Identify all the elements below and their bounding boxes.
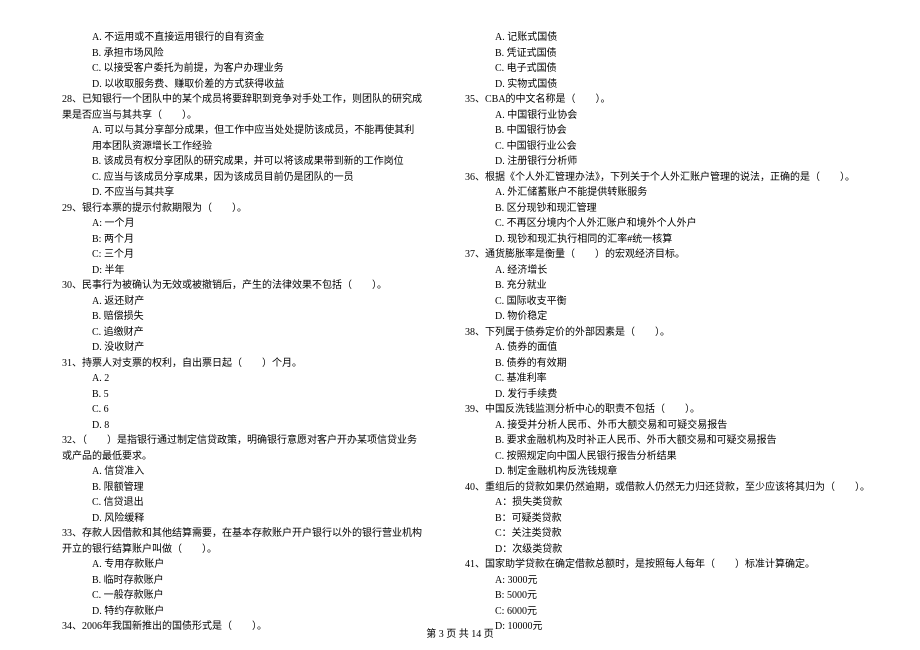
option-c: C: 三个月 bbox=[50, 247, 423, 263]
option-d: D. 没收财产 bbox=[50, 340, 423, 356]
option-b: B. 承担市场风险 bbox=[50, 46, 423, 62]
option-a: A：损失类贷款 bbox=[453, 495, 870, 511]
option-a: A. 经济增长 bbox=[453, 263, 870, 279]
option-b: B: 5000元 bbox=[453, 588, 870, 604]
two-column-layout: A. 不运用或不直接运用银行的自有资金 B. 承担市场风险 C. 以接受客户委托… bbox=[50, 30, 870, 635]
option-d: D. 物价稳定 bbox=[453, 309, 870, 325]
option-b: B. 该成员有权分享团队的研究成果，并可以将该成果带到新的工作岗位 bbox=[50, 154, 423, 170]
option-c: C. 基准利率 bbox=[453, 371, 870, 387]
option-d: D. 发行手续费 bbox=[453, 387, 870, 403]
option-b: B. 限额管理 bbox=[50, 480, 423, 496]
question-37: 37、通货膨胀率是衡量（ ）的宏观经济目标。 bbox=[453, 247, 870, 263]
option-c: C. 电子式国债 bbox=[453, 61, 870, 77]
question-36: 36、根据《个人外汇管理办法》，下列关于个人外汇账户管理的说法，正确的是（ ）。 bbox=[453, 170, 870, 186]
option-c: C. 中国银行业公会 bbox=[453, 139, 870, 155]
option-c: C. 以接受客户委托为前提，为客户办理业务 bbox=[50, 61, 423, 77]
option-b: B. 凭证式国债 bbox=[453, 46, 870, 62]
question-41: 41、国家助学贷款在确定借款总额时，是按照每人每年（ ）标准计算确定。 bbox=[453, 557, 870, 573]
option-b: B：可疑类贷款 bbox=[453, 511, 870, 527]
option-c: C. 应当与该成员分享成果，因为该成员目前仍是团队的一员 bbox=[50, 170, 423, 186]
option-d: D. 特约存款账户 bbox=[50, 604, 423, 620]
option-c: C. 不再区分境内个人外汇账户和境外个人外户 bbox=[453, 216, 870, 232]
option-c: C. 信贷退出 bbox=[50, 495, 423, 511]
option-a: A. 专用存款账户 bbox=[50, 557, 423, 573]
option-c: C. 按照规定向中国人民银行报告分析结果 bbox=[453, 449, 870, 465]
option-c: C: 6000元 bbox=[453, 604, 870, 620]
option-a: A. 外汇储蓄账户不能提供转账服务 bbox=[453, 185, 870, 201]
option-a: A. 接受并分析人民币、外币大额交易和可疑交易报告 bbox=[453, 418, 870, 434]
option-b: B. 区分现钞和现汇管理 bbox=[453, 201, 870, 217]
option-b: B. 临时存款账户 bbox=[50, 573, 423, 589]
left-column: A. 不运用或不直接运用银行的自有资金 B. 承担市场风险 C. 以接受客户委托… bbox=[50, 30, 423, 635]
option-d: D：次级类贷款 bbox=[453, 542, 870, 558]
option-d: D. 不应当与其共享 bbox=[50, 185, 423, 201]
option-a: A. 返还财产 bbox=[50, 294, 423, 310]
option-a: A. 中国银行业协会 bbox=[453, 108, 870, 124]
option-b: B: 两个月 bbox=[50, 232, 423, 248]
question-35: 35、CBA的中文名称是（ ）。 bbox=[453, 92, 870, 108]
question-38: 38、下列属于债券定价的外部因素是（ ）。 bbox=[453, 325, 870, 341]
question-31: 31、持票人对支票的权利，自出票日起（ ）个月。 bbox=[50, 356, 423, 372]
option-a: A. 2 bbox=[50, 371, 423, 387]
option-d: D. 8 bbox=[50, 418, 423, 434]
option-c: C. 国际收支平衡 bbox=[453, 294, 870, 310]
question-40: 40、重组后的贷款如果仍然逾期，或借款人仍然无力归还贷款，至少应该将其归为（ ）… bbox=[453, 480, 870, 496]
option-a: A: 3000元 bbox=[453, 573, 870, 589]
option-b: B. 充分就业 bbox=[453, 278, 870, 294]
option-d: D. 制定金融机构反洗钱规章 bbox=[453, 464, 870, 480]
option-b: B. 5 bbox=[50, 387, 423, 403]
question-33: 33、存款人因借款和其他结算需要，在基本存款账户开户银行以外的银行营业机构开立的… bbox=[50, 526, 423, 557]
question-32: 32、（ ）是指银行通过制定信贷政策，明确银行意愿对客户开办某项信贷业务或产品的… bbox=[50, 433, 423, 464]
option-a: A. 不运用或不直接运用银行的自有资金 bbox=[50, 30, 423, 46]
option-d: D. 实物式国债 bbox=[453, 77, 870, 93]
question-30: 30、民事行为被确认为无效或被撤销后，产生的法律效果不包括（ ）。 bbox=[50, 278, 423, 294]
option-b: B. 债券的有效期 bbox=[453, 356, 870, 372]
question-29: 29、银行本票的提示付款期限为（ ）。 bbox=[50, 201, 423, 217]
right-column: A. 记账式国债 B. 凭证式国债 C. 电子式国债 D. 实物式国债 35、C… bbox=[453, 30, 870, 635]
option-b: B. 要求金融机构及时补正人民币、外币大额交易和可疑交易报告 bbox=[453, 433, 870, 449]
option-b: B. 赔偿损失 bbox=[50, 309, 423, 325]
option-a: A. 债券的面值 bbox=[453, 340, 870, 356]
option-d: D: 半年 bbox=[50, 263, 423, 279]
option-b: B. 中国银行协会 bbox=[453, 123, 870, 139]
option-c: C. 一般存款账户 bbox=[50, 588, 423, 604]
question-39: 39、中国反洗钱监测分析中心的职责不包括（ ）。 bbox=[453, 402, 870, 418]
option-a: A. 可以与其分享部分成果，但工作中应当处处提防该成员，不能再使其利用本团队资源… bbox=[50, 123, 423, 154]
option-d: D. 风险缓释 bbox=[50, 511, 423, 527]
option-d: D. 以收取服务费、赚取价差的方式获得收益 bbox=[50, 77, 423, 93]
option-c: C. 追缴财产 bbox=[50, 325, 423, 341]
question-28: 28、已知银行一个团队中的某个成员将要辞职到竞争对手处工作，则团队的研究成果是否… bbox=[50, 92, 423, 123]
option-c: C. 6 bbox=[50, 402, 423, 418]
option-a: A: 一个月 bbox=[50, 216, 423, 232]
option-d: D. 现钞和现汇执行相同的汇率#统一核算 bbox=[453, 232, 870, 248]
option-a: A. 记账式国债 bbox=[453, 30, 870, 46]
page-footer: 第 3 页 共 14 页 bbox=[0, 625, 920, 640]
option-d: D. 注册银行分析师 bbox=[453, 154, 870, 170]
option-c: C：关注类贷款 bbox=[453, 526, 870, 542]
option-a: A. 信贷准入 bbox=[50, 464, 423, 480]
